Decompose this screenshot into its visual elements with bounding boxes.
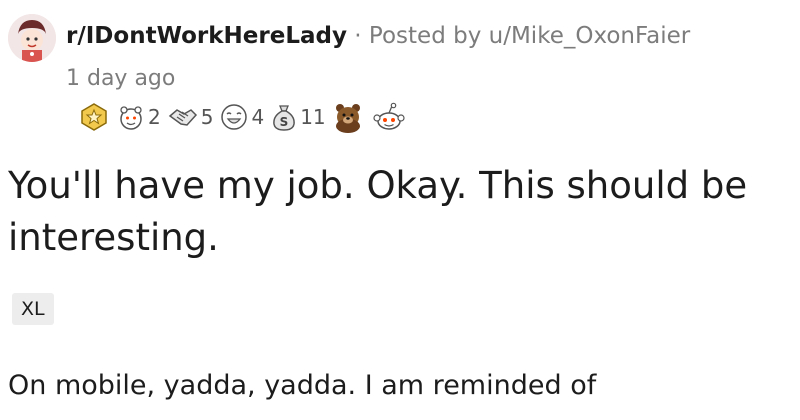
award-gold[interactable] (80, 100, 110, 134)
bear-award-icon (335, 104, 360, 133)
post-age[interactable]: 1 day ago (66, 64, 175, 94)
post-card: r/IDontWorkHereLady · Posted by u/Mike_O… (0, 0, 800, 420)
awards-bar[interactable]: 2 5 4 S 11 (80, 100, 408, 134)
author-link[interactable]: Posted by u/Mike_OxonFaier (369, 23, 690, 49)
award-handshake[interactable]: 5 (167, 100, 214, 134)
subreddit-link[interactable]: r/IDontWorkHereLady (66, 23, 347, 49)
award-snoo[interactable] (372, 100, 408, 134)
award-count: 11 (300, 105, 326, 129)
award-money-bag[interactable]: S 11 (270, 100, 326, 134)
handshake-award-icon (168, 109, 197, 126)
award-wholesome[interactable]: 2 (116, 100, 161, 134)
snoo-award-icon (373, 102, 405, 130)
award-count: 2 (148, 105, 161, 129)
post-title[interactable]: You'll have my job. Okay. This should be… (8, 160, 792, 264)
gold-award-icon (81, 103, 107, 131)
post-meta: r/IDontWorkHereLady · Posted by u/Mike_O… (66, 20, 690, 52)
post-flair[interactable]: XL (12, 293, 54, 325)
award-bear[interactable] (332, 100, 366, 134)
award-laughing[interactable]: 4 (219, 100, 264, 134)
award-count: 5 (200, 105, 214, 129)
award-count: 4 (251, 105, 265, 129)
post-body: On mobile, yadda, yadda. I am reminded o… (8, 370, 597, 401)
subreddit-avatar[interactable] (8, 14, 56, 62)
laughing-award-icon (221, 104, 248, 130)
svg-text:S: S (280, 115, 289, 129)
meta-separator: · (354, 23, 362, 49)
money-bag-award-icon: S (273, 105, 296, 131)
wholesome-award-icon (120, 106, 142, 130)
